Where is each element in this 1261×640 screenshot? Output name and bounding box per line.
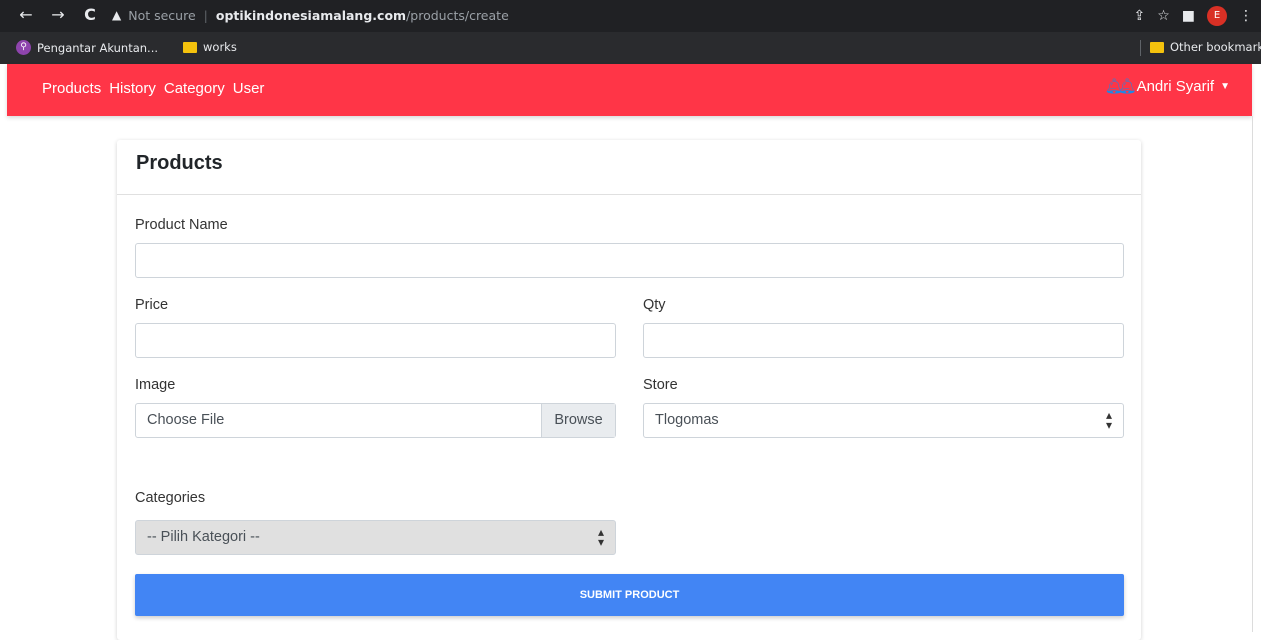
warning-icon: ▲: [112, 8, 122, 22]
bookmark-folder-works[interactable]: works: [183, 40, 237, 54]
bookmark-divider: [1140, 40, 1141, 56]
caret-down-icon: ▼: [1220, 81, 1230, 92]
user-name: Andri Syarif: [1136, 78, 1215, 95]
qty-label: Qty: [643, 297, 666, 313]
nav-link-category[interactable]: Category: [164, 80, 225, 97]
address-separator: |: [203, 7, 208, 23]
star-icon[interactable]: ☆: [1157, 8, 1170, 24]
other-bookmarks-label: Other bookmarks: [1170, 40, 1261, 54]
browser-actions: ⇪ ☆ ■ E ⋮: [1133, 4, 1261, 28]
notification-bells[interactable]: 🔔︎ 🔔︎: [1104, 77, 1137, 95]
menu-dots-icon[interactable]: ⋮: [1239, 8, 1253, 24]
bookmark-label: Pengantar Akuntan...: [37, 40, 159, 55]
forward-arrow-icon[interactable]: →: [48, 5, 68, 25]
card-header: Products: [117, 140, 1141, 195]
submit-product-button[interactable]: SUBMIT PRODUCT: [135, 574, 1124, 616]
scrollbar-edge: [1252, 116, 1253, 632]
url-domain: optikindonesiamalang.com: [215, 7, 407, 23]
nav-link-products[interactable]: Products: [42, 80, 101, 97]
back-arrow-icon[interactable]: ←: [16, 5, 36, 25]
file-placeholder: Choose File: [147, 412, 225, 428]
share-icon[interactable]: ⇪: [1133, 8, 1145, 24]
security-label: Not secure: [128, 7, 196, 23]
price-input[interactable]: [135, 323, 616, 358]
image-label: Image: [135, 377, 176, 393]
sidebar-icon[interactable]: ■: [1182, 8, 1195, 24]
product-name-label: Product Name: [135, 217, 228, 233]
categories-select[interactable]: -- Pilih Kategori -- ▴ ▾: [135, 520, 616, 555]
folder-icon: [183, 41, 197, 53]
product-name-input[interactable]: [135, 243, 1124, 278]
folder-icon: [1150, 41, 1164, 53]
price-label: Price: [135, 297, 169, 313]
product-form-card: Products Product Name Price Qty Image Ch…: [117, 140, 1141, 640]
store-select[interactable]: Tlogomas ▴ ▾: [643, 403, 1124, 438]
bookmarks-bar: ⚲ Pengantar Akuntan... works Other bookm…: [0, 32, 1261, 64]
store-selected-value: Tlogomas: [655, 412, 719, 428]
bookmark-site-icon: ⚲: [16, 40, 31, 55]
bookmark-item[interactable]: ⚲ Pengantar Akuntan...: [16, 40, 158, 55]
image-file-input[interactable]: Choose File Browse: [135, 403, 616, 438]
reload-icon[interactable]: C: [80, 5, 100, 25]
user-dropdown[interactable]: 🔔︎ 🔔︎ Andri Syarif ▼: [1105, 78, 1230, 95]
bookmark-folder-label: works: [203, 40, 237, 54]
other-bookmarks[interactable]: Other bookmarks: [1150, 40, 1261, 54]
select-arrows-icon: ▴ ▾: [597, 525, 604, 549]
app-navbar: Products History Category User 🔔︎ 🔔︎ And…: [7, 64, 1252, 116]
profile-avatar[interactable]: E: [1207, 6, 1227, 26]
url-path: /products/create: [406, 7, 509, 23]
browser-toolbar: ← → C ▲ Not secure | optikindonesiamalan…: [0, 0, 1261, 32]
nav-link-history[interactable]: History: [109, 80, 156, 97]
select-arrows-icon: ▴ ▾: [1105, 408, 1112, 432]
qty-input[interactable]: [643, 323, 1124, 358]
nav-link-user[interactable]: User: [233, 80, 265, 97]
categories-selected-value: -- Pilih Kategori --: [147, 529, 260, 545]
nav-links: Products History Category User: [42, 80, 264, 97]
categories-label: Categories: [135, 490, 206, 506]
bell-icon: 🔔︎: [1104, 77, 1124, 95]
address-bar[interactable]: ▲ Not secure | optikindonesiamalang.com …: [112, 2, 509, 28]
bell-icon: 🔔︎: [1117, 77, 1137, 95]
browse-button[interactable]: Browse: [541, 404, 615, 437]
store-label: Store: [643, 377, 678, 393]
page-title: Products: [136, 152, 223, 174]
